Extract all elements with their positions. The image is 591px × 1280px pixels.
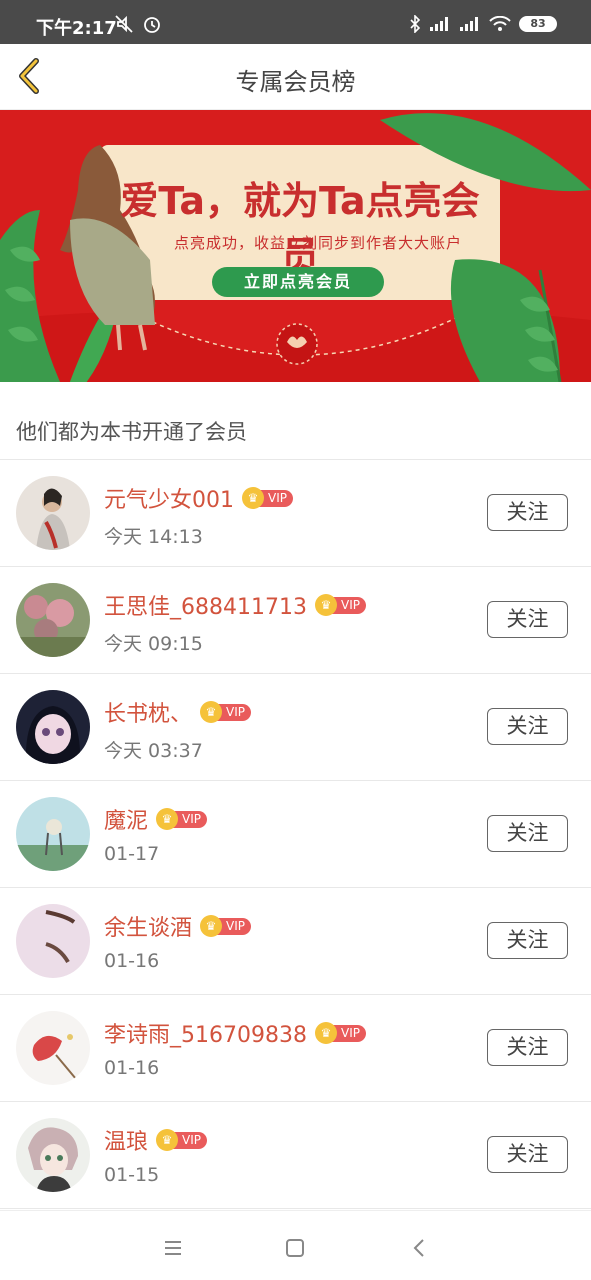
- home-button[interactable]: [280, 1233, 310, 1263]
- member-name[interactable]: 魔泥: [104, 803, 148, 835]
- open-time: 01-16: [104, 950, 160, 972]
- open-time: 01-15: [104, 1164, 160, 1186]
- vip-badge: ♛ VIP: [156, 1129, 207, 1151]
- list-item[interactable]: 温琅 ♛ VIP 01-15 关注: [0, 1102, 591, 1209]
- status-right-icons: 83: [409, 15, 557, 33]
- name-line: 元气少女001 ♛ VIP: [104, 482, 293, 514]
- list-item[interactable]: 李诗雨_516709838 ♛ VIP 01-16 关注: [0, 995, 591, 1102]
- crown-icon: ♛: [314, 1022, 337, 1044]
- avatar[interactable]: [16, 1118, 90, 1192]
- promo-banner[interactable]: 爱Ta，就为Ta点亮会员 点亮成功，收益立刻同步到作者大大账户 立即点亮会员: [0, 110, 591, 382]
- nav-back-button[interactable]: [404, 1233, 434, 1263]
- avatar[interactable]: [16, 1011, 90, 1085]
- light-up-vip-button[interactable]: 立即点亮会员: [212, 267, 384, 297]
- member-name[interactable]: 余生谈酒: [104, 910, 192, 942]
- vip-badge: ♛ VIP: [314, 1022, 366, 1044]
- alarm-icon: [144, 17, 160, 33]
- follow-button[interactable]: 关注: [487, 494, 568, 531]
- crown-icon: ♛: [156, 1129, 179, 1151]
- vip-badge: ♛ VIP: [156, 808, 207, 830]
- back-icon: [413, 1239, 424, 1257]
- vip-badge: ♛ VIP: [314, 594, 366, 616]
- avatar[interactable]: [16, 797, 90, 871]
- status-time: 下午2:17: [36, 18, 117, 39]
- crown-icon: ♛: [200, 701, 223, 723]
- bluetooth-icon: [410, 15, 421, 33]
- follow-button[interactable]: 关注: [487, 601, 568, 638]
- vip-badge: ♛ VIP: [200, 915, 251, 937]
- avatar[interactable]: [16, 583, 90, 657]
- member-list: 元气少女001 ♛ VIP 今天 14:13 关注 王思佳_688411713 ♛…: [0, 460, 591, 1209]
- avatar[interactable]: [16, 904, 90, 978]
- member-name[interactable]: 长书枕、: [104, 696, 192, 728]
- signal-hd-icon: [460, 17, 478, 31]
- vip-badge: ♛ VIP: [242, 487, 293, 509]
- list-item[interactable]: 魔泥 ♛ VIP 01-17 关注: [0, 781, 591, 888]
- member-name[interactable]: 温琅: [104, 1124, 148, 1156]
- menu-icon: [165, 1241, 181, 1255]
- mute-icon: [115, 15, 133, 33]
- crown-icon: ♛: [242, 487, 264, 509]
- follow-button[interactable]: 关注: [487, 708, 568, 745]
- follow-button[interactable]: 关注: [487, 815, 568, 852]
- open-time: 今天 14:13: [104, 526, 203, 548]
- member-name[interactable]: 元气少女001: [104, 482, 234, 514]
- name-line: 长书枕、 ♛ VIP: [104, 696, 251, 728]
- section-heading-text: 他们都为本书开通了会员: [16, 420, 247, 444]
- status-bar: 下午2:17 83: [0, 0, 591, 44]
- open-time: 今天 09:15: [104, 633, 203, 655]
- list-item[interactable]: 长书枕、 ♛ VIP 今天 03:37 关注: [0, 674, 591, 781]
- wifi-icon: [489, 16, 511, 31]
- app-header: 专属会员榜: [0, 44, 591, 110]
- system-nav-bar: [0, 1210, 591, 1280]
- menu-button[interactable]: [158, 1233, 188, 1263]
- member-name[interactable]: 王思佳_688411713: [104, 589, 307, 621]
- open-time: 01-17: [104, 843, 160, 865]
- signal-icon: [430, 17, 448, 31]
- follow-button[interactable]: 关注: [487, 922, 568, 959]
- list-item[interactable]: 余生谈酒 ♛ VIP 01-16 关注: [0, 888, 591, 995]
- name-line: 余生谈酒 ♛ VIP: [104, 910, 251, 942]
- avatar[interactable]: [16, 476, 90, 550]
- name-line: 李诗雨_516709838 ♛ VIP: [104, 1017, 366, 1049]
- vip-badge: ♛ VIP: [200, 701, 251, 723]
- section-heading: 他们都为本书开通了会员: [0, 382, 591, 460]
- crown-icon: ♛: [314, 594, 337, 616]
- list-item[interactable]: 王思佳_688411713 ♛ VIP 今天 09:15 关注: [0, 567, 591, 674]
- follow-button[interactable]: 关注: [487, 1029, 568, 1066]
- open-time: 01-16: [104, 1057, 160, 1079]
- follow-button[interactable]: 关注: [487, 1136, 568, 1173]
- open-time: 今天 03:37: [104, 740, 203, 762]
- battery-indicator: 83: [519, 16, 557, 32]
- avatar[interactable]: [16, 690, 90, 764]
- crown-icon: ♛: [156, 808, 179, 830]
- member-name[interactable]: 李诗雨_516709838: [104, 1017, 307, 1049]
- name-line: 魔泥 ♛ VIP: [104, 803, 207, 835]
- banner-subtitle: 点亮成功，收益立刻同步到作者大大账户: [173, 234, 462, 252]
- status-left-icons: [114, 14, 162, 34]
- list-item[interactable]: 元气少女001 ♛ VIP 今天 14:13 关注: [0, 460, 591, 567]
- name-line: 王思佳_688411713 ♛ VIP: [104, 589, 366, 621]
- banner-title: 爱Ta，就为Ta点亮会员: [120, 179, 480, 278]
- page-title: 专属会员榜: [235, 68, 356, 96]
- home-icon: [286, 1239, 304, 1257]
- name-line: 温琅 ♛ VIP: [104, 1124, 207, 1156]
- crown-icon: ♛: [200, 915, 223, 937]
